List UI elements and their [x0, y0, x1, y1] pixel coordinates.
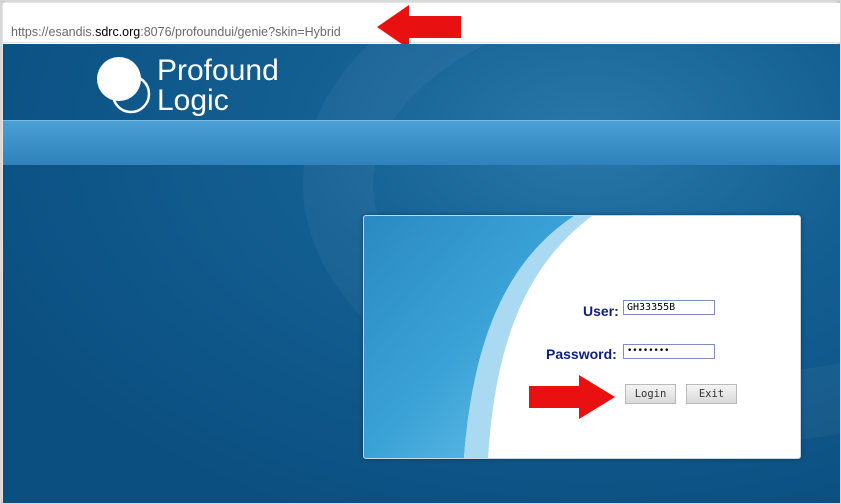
login-panel: User: GH33355B Password: •••••••• Login … — [363, 215, 801, 459]
screenshot-frame: https://esandis.sdrc.org:8076/profoundui… — [0, 0, 841, 504]
arrow-right-icon — [529, 375, 615, 419]
login-button[interactable]: Login — [625, 384, 676, 404]
profound-logic-logo: Profound Logic — [93, 52, 313, 118]
logo-text: Profound Logic — [157, 56, 279, 116]
logo-circles-icon — [97, 57, 151, 114]
password-input[interactable]: •••••••• — [623, 344, 715, 359]
header-band — [3, 120, 840, 165]
logo-line-1: Profound — [157, 54, 279, 87]
user-input[interactable]: GH33355B — [623, 300, 715, 315]
password-label: Password: — [546, 346, 617, 362]
app-background: Profound Logic User: GH33355B Password: … — [3, 44, 840, 503]
user-label: User: — [583, 303, 619, 319]
logo-line-2: Logic — [157, 84, 229, 117]
exit-button[interactable]: Exit — [686, 384, 737, 404]
address-url[interactable]: https://esandis.sdrc.org:8076/profoundui… — [11, 25, 341, 39]
